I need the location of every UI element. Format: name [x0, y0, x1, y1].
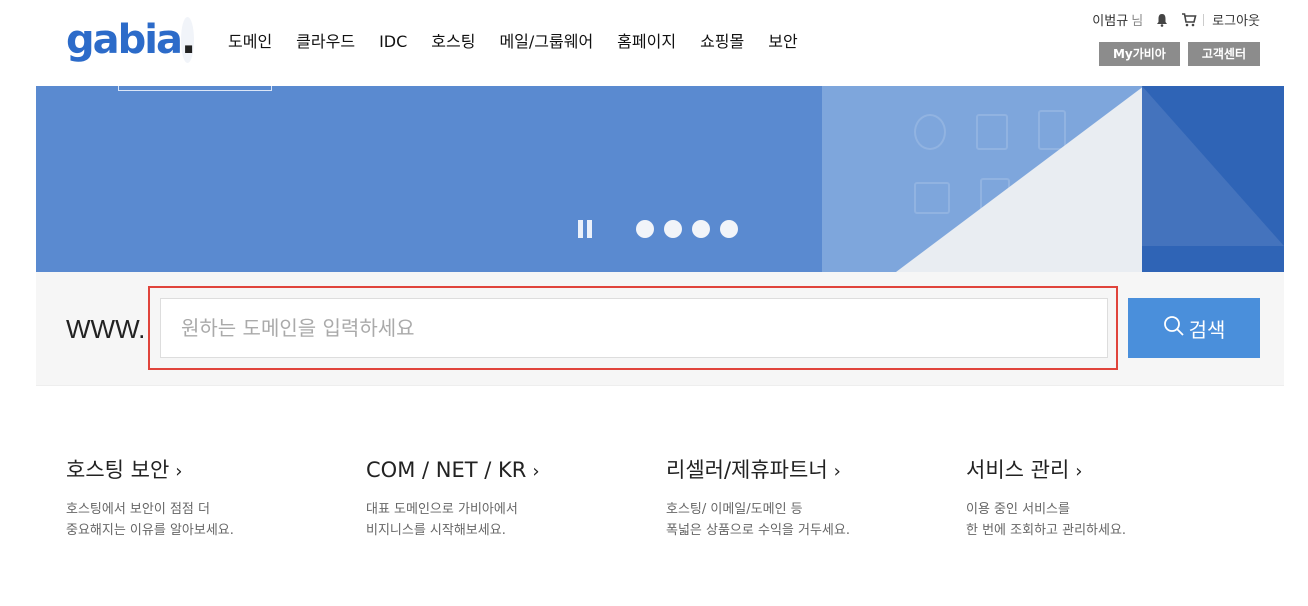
promo-service-management[interactable]: 서비스 관리 › 이용 중인 서비스를 한 번에 조회하고 관리하세요. — [966, 455, 1250, 541]
promo-title-text: 서비스 관리 — [966, 458, 1070, 482]
slider-dot-1[interactable] — [608, 220, 626, 238]
promo-desc: 호스팅에서 보안이 점점 더 중요해지는 이유를 알아보세요. — [66, 499, 350, 541]
main-banner[interactable] — [36, 86, 1284, 272]
nav-item-mail-groupware[interactable]: 메일/그룹웨어 — [499, 30, 593, 54]
nav-item-homepage[interactable]: 홈페이지 — [617, 30, 676, 54]
promo-hosting-security[interactable]: 호스팅 보안 › 호스팅에서 보안이 점점 더 중요해지는 이유를 알아보세요. — [66, 455, 350, 541]
nav-item-security[interactable]: 보안 — [768, 30, 797, 54]
promo-section: 호스팅 보안 › 호스팅에서 보안이 점점 더 중요해지는 이유를 알아보세요. … — [66, 455, 1266, 541]
nav-item-idc[interactable]: IDC — [379, 30, 407, 54]
search-button[interactable]: 검색 — [1128, 298, 1260, 358]
chevron-right-icon: › — [833, 461, 841, 482]
chevron-right-icon: › — [1075, 461, 1083, 482]
promo-desc-line: 이용 중인 서비스를 — [966, 502, 1070, 517]
user-name[interactable]: 이범규 — [1092, 10, 1128, 29]
promo-com-net-kr[interactable]: COM / NET / KR › 대표 도메인으로 가비아에서 비지니스를 시작해… — [366, 455, 650, 541]
promo-title-text: 호스팅 보안 — [66, 458, 170, 482]
slider-dot-2[interactable] — [636, 220, 654, 238]
promo-desc-line: 호스팅/ 이메일/도메인 등 — [666, 502, 803, 517]
promo-desc-line: 한 번에 조회하고 관리하세요. — [966, 523, 1127, 538]
promo-desc-line: 폭넓은 상품으로 수익을 거두세요. — [666, 523, 850, 538]
nav-item-shoppingmall[interactable]: 쇼핑몰 — [700, 30, 744, 54]
main-nav: 도메인 클라우드 IDC 호스팅 메일/그룹웨어 홈페이지 쇼핑몰 보안 — [228, 30, 822, 54]
promo-reseller-partner[interactable]: 리셀러/제휴파트너 › 호스팅/ 이메일/도메인 등 폭넓은 상품으로 수익을 거… — [666, 455, 950, 541]
chevron-right-icon: › — [532, 461, 540, 482]
nav-item-domain[interactable]: 도메인 — [228, 30, 272, 54]
promo-desc: 이용 중인 서비스를 한 번에 조회하고 관리하세요. — [966, 499, 1250, 541]
site-header: gabia. 도메인 클라우드 IDC 호스팅 메일/그룹웨어 홈페이지 쇼핑몰… — [0, 0, 1308, 86]
pause-icon[interactable] — [578, 220, 592, 238]
bell-icon[interactable] — [1155, 13, 1169, 27]
promo-desc: 대표 도메인으로 가비아에서 비지니스를 시작해보세요. — [366, 499, 650, 541]
gabia-logo[interactable]: gabia. — [66, 16, 196, 64]
banner-white-triangle — [896, 86, 1144, 272]
promo-title: 호스팅 보안 › — [66, 455, 350, 487]
nav-item-hosting[interactable]: 호스팅 — [431, 30, 475, 54]
logo-dot: . — [180, 17, 196, 63]
cart-icon[interactable] — [1181, 12, 1197, 27]
slider-dot-4[interactable] — [692, 220, 710, 238]
util-divider — [1203, 13, 1205, 26]
slider-dot-5[interactable] — [720, 220, 738, 238]
util-menu: 이범규 님 로그아웃 — [1092, 10, 1260, 29]
banner-slider-controls — [578, 220, 738, 238]
promo-title: 서비스 관리 › — [966, 455, 1250, 487]
promo-title-text: COM / NET / KR — [366, 458, 527, 482]
promo-title-text: 리셀러/제휴파트너 — [666, 458, 828, 482]
domain-search-section: WWW. 검색 — [36, 272, 1284, 386]
user-suffix: 님 — [1131, 14, 1144, 29]
promo-desc-line: 비지니스를 시작해보세요. — [366, 523, 506, 538]
nav-item-cloud[interactable]: 클라우드 — [296, 30, 355, 54]
promo-desc-line: 대표 도메인으로 가비아에서 — [366, 502, 518, 517]
promo-desc-line: 중요해지는 이유를 알아보세요. — [66, 523, 234, 538]
domain-search-input[interactable] — [160, 298, 1108, 358]
promo-title: 리셀러/제휴파트너 › — [666, 455, 950, 487]
logout-link[interactable]: 로그아웃 — [1212, 10, 1260, 29]
my-gabia-button[interactable]: My가비아 — [1098, 42, 1180, 66]
promo-title: COM / NET / KR › — [366, 455, 650, 487]
promo-desc-line: 호스팅에서 보안이 점점 더 — [66, 502, 210, 517]
search-button-label: 검색 — [1188, 317, 1226, 342]
promo-desc: 호스팅/ 이메일/도메인 등 폭넓은 상품으로 수익을 거두세요. — [666, 499, 950, 541]
banner-outline-decoration — [118, 86, 272, 91]
util-buttons: My가비아 고객센터 — [1098, 42, 1260, 66]
slider-dot-3[interactable] — [664, 220, 682, 238]
chevron-right-icon: › — [175, 461, 183, 482]
customer-center-button[interactable]: 고객센터 — [1187, 42, 1260, 66]
banner-dark-triangle — [1142, 86, 1284, 246]
www-prefix: WWW. — [66, 314, 146, 344]
search-icon — [1163, 315, 1185, 342]
logo-text: gabia — [66, 17, 183, 63]
